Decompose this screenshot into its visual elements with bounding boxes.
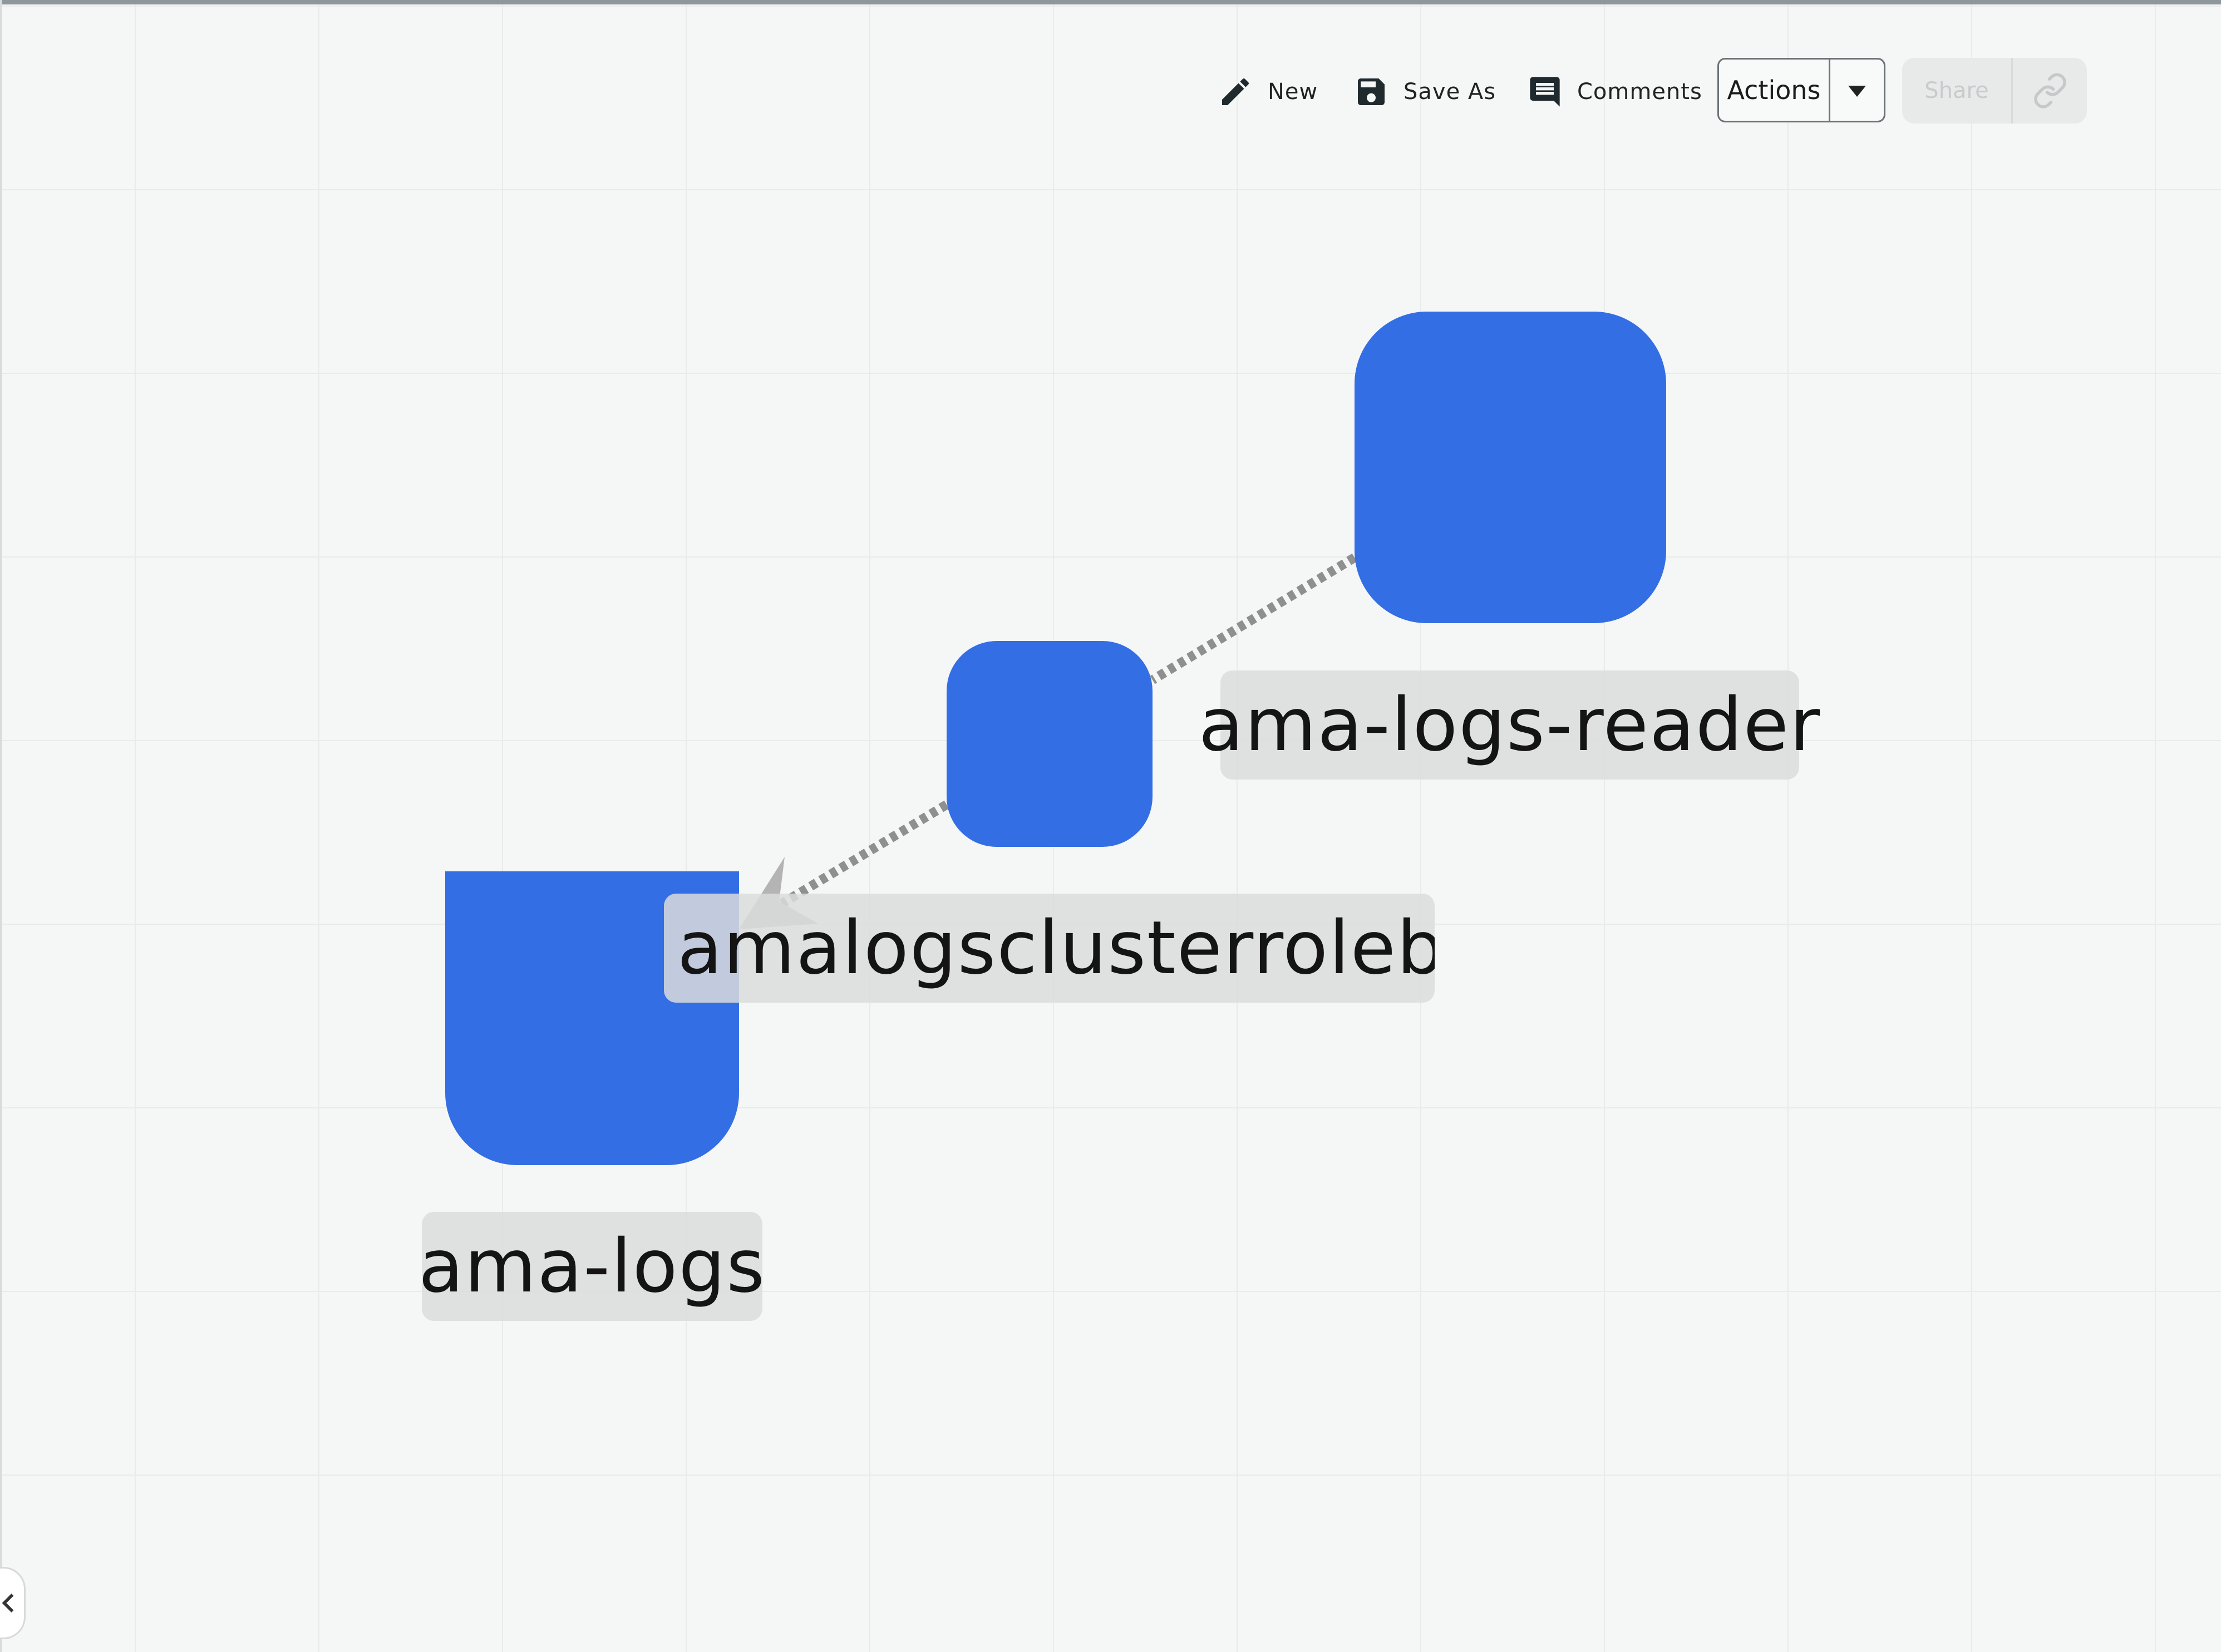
node-label-ama-logs-reader: ama-logs-reader	[1199, 670, 1820, 780]
sidebar-collapse-button[interactable]	[0, 1567, 26, 1639]
node-ama-logs-reader[interactable]	[1355, 312, 1666, 623]
edge-binding-to-logs[interactable]	[779, 800, 949, 908]
node-label-ama-logs: ama-logs	[418, 1212, 765, 1321]
chevron-left-icon	[2, 1594, 14, 1612]
node-label-amalogsclusterrolebinding: amalogsclusterroleb...	[664, 894, 1435, 1003]
node-amalogsclusterrolebinding[interactable]	[947, 641, 1153, 847]
edge-reader-to-binding[interactable]	[1150, 553, 1357, 684]
